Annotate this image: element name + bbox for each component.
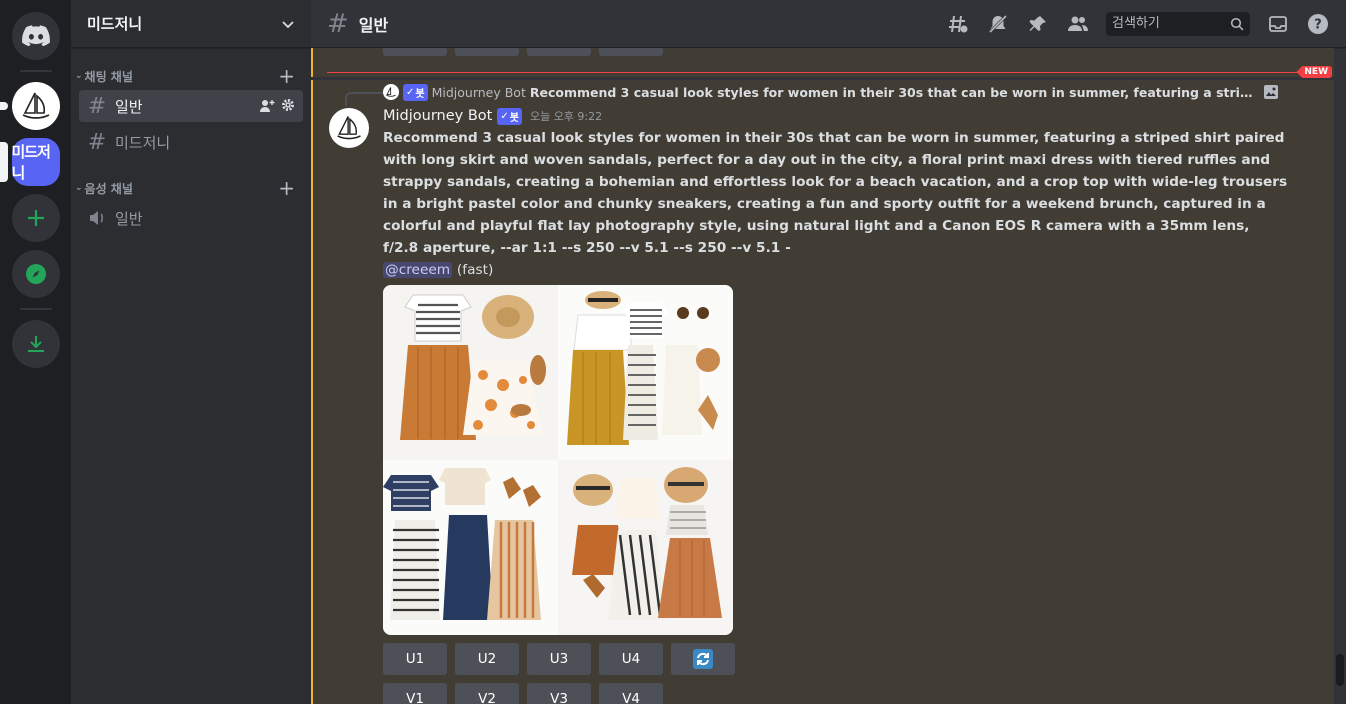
search-box[interactable]: [1106, 11, 1250, 36]
check-icon: ✓: [406, 86, 415, 98]
explore-servers-button[interactable]: [11, 250, 60, 298]
chevron-down-icon: ⌄: [75, 71, 83, 81]
server-midjourney-icon[interactable]: [0, 82, 60, 130]
upscale-button-row: U1 U2 U3 U4: [383, 643, 1332, 675]
v2-button[interactable]: V2: [455, 683, 519, 704]
grid-image-2[interactable]: [558, 285, 733, 460]
grid-image-3[interactable]: [383, 460, 558, 635]
channel-label: 미드저니: [115, 133, 171, 152]
mute-bell-icon[interactable]: [986, 12, 1010, 36]
guild-header[interactable]: 미드저니: [71, 0, 311, 48]
variation-button-row: V1 V2 V3 V4: [383, 683, 1332, 704]
rail-separator: [19, 70, 52, 72]
hash-icon: #: [87, 93, 107, 119]
grid-image-1[interactable]: [383, 285, 558, 460]
message-list: NEW ✓ 봇 Midjourney Bot Recommend 3 casual…: [311, 48, 1346, 704]
channel-midjourney[interactable]: # 미드저니: [79, 126, 303, 158]
message-content: Recommend 3 casual look styles for women…: [383, 127, 1288, 281]
discord-home-button[interactable]: [11, 12, 60, 60]
bot-tag: ✓ 봇: [403, 83, 428, 101]
v1-button[interactable]: V1: [383, 683, 447, 704]
channel-title: 일반: [358, 15, 389, 35]
gear-icon[interactable]: [281, 98, 295, 112]
active-pill: [0, 142, 8, 182]
reply-author: Midjourney Bot: [431, 84, 526, 100]
hash-icon: #: [327, 8, 349, 39]
channel-general[interactable]: # 일반: [79, 90, 303, 122]
hash-thread-icon: #: [87, 129, 107, 155]
create-channel-plus-icon[interactable]: +: [278, 66, 295, 86]
message-author[interactable]: Midjourney Bot: [383, 108, 492, 124]
download-icon: [27, 336, 44, 352]
channel-sidebar: 미드저니 ⌄ 채팅 채널 + # 일반 # 미드저니 ⌄ 음성 채널 + 일반: [71, 0, 311, 704]
discord-app: 미드저니 미드저니 ⌄ 채팅 채널 + # 일반 # 미드저니 ⌄ 음성 채널 …: [0, 0, 1346, 704]
member-list-icon[interactable]: [1066, 12, 1090, 36]
category-voice-channels[interactable]: ⌄ 음성 채널 +: [71, 176, 311, 200]
new-messages-divider: NEW: [327, 66, 1332, 78]
category-label: 채팅 채널: [84, 69, 133, 84]
voice-channel-general[interactable]: 일반: [79, 202, 303, 234]
category-text-channels[interactable]: ⌄ 채팅 채널 +: [71, 64, 311, 88]
plus-icon: [27, 210, 44, 226]
v4-button[interactable]: V4: [599, 683, 663, 704]
main-panel: # 일반 ? NEW: [311, 0, 1346, 704]
server-midjourney-ko[interactable]: 미드저니: [0, 138, 60, 186]
chevron-down-icon: [282, 20, 294, 28]
pin-icon[interactable]: [1026, 12, 1050, 36]
invite-user-icon[interactable]: [259, 98, 275, 114]
search-input[interactable]: [1112, 16, 1222, 31]
channel-topbar: # 일반 ?: [311, 0, 1346, 48]
scrollbar-thumb[interactable]: [1336, 654, 1344, 686]
bot-tag: ✓ 봇: [497, 107, 522, 125]
channel-label: 일반: [115, 97, 143, 116]
rail-separator: [19, 308, 52, 310]
sailboat-icon: [22, 92, 49, 119]
chevron-down-icon: ⌄: [75, 183, 83, 193]
grid-image-4[interactable]: [558, 460, 733, 635]
u3-button[interactable]: U3: [527, 643, 591, 675]
new-badge: NEW: [1296, 66, 1332, 78]
unread-pill: [0, 102, 8, 110]
inbox-icon[interactable]: [1266, 12, 1290, 36]
reply-reference[interactable]: ✓ 봇 Midjourney Bot Recommend 3 casual loo…: [383, 82, 1332, 102]
add-server-button[interactable]: [11, 194, 60, 242]
u1-button[interactable]: U1: [383, 643, 447, 675]
previous-buttons: [383, 48, 663, 56]
topbar-icons: ?: [946, 11, 1330, 36]
check-icon: ✓: [500, 110, 509, 122]
user-mention[interactable]: @creeem: [383, 262, 453, 278]
server-pill-label: 미드저니: [11, 143, 51, 182]
guild-name: 미드저니: [87, 15, 143, 33]
discord-logo-icon: [21, 25, 50, 47]
search-icon: [1230, 17, 1244, 31]
create-channel-plus-icon[interactable]: +: [278, 178, 295, 198]
download-apps-button[interactable]: [11, 320, 60, 368]
image-grid[interactable]: [383, 285, 733, 635]
image-icon: [1263, 85, 1278, 99]
channel-label: 일반: [115, 209, 143, 228]
category-label: 음성 채널: [84, 181, 133, 196]
compass-icon: [25, 264, 46, 284]
avatar[interactable]: [329, 108, 369, 148]
refresh-icon: [693, 649, 713, 669]
help-icon[interactable]: ?: [1306, 12, 1330, 36]
message: ✓ 봇 Midjourney Bot Recommend 3 casual loo…: [313, 82, 1332, 704]
message-timestamp: 오늘 오후 9:22: [529, 110, 603, 123]
server-rail: 미드저니: [0, 0, 71, 704]
sailboat-icon: [337, 116, 361, 140]
prompt-text: Recommend 3 casual look styles for women…: [383, 130, 1288, 256]
u2-button[interactable]: U2: [455, 643, 519, 675]
v3-button[interactable]: V3: [527, 683, 591, 704]
threads-icon[interactable]: [946, 12, 970, 36]
reply-text: Recommend 3 casual look styles for women…: [529, 84, 1255, 100]
speaker-icon: [90, 211, 103, 225]
reroll-button[interactable]: [671, 643, 735, 675]
u4-button[interactable]: U4: [599, 643, 663, 675]
reply-avatar: [383, 84, 399, 100]
svg-text:?: ?: [1314, 17, 1322, 32]
message-header: Midjourney Bot ✓ 봇 오늘 오후 9:22: [383, 105, 1332, 127]
mode-label: (fast): [456, 262, 494, 278]
